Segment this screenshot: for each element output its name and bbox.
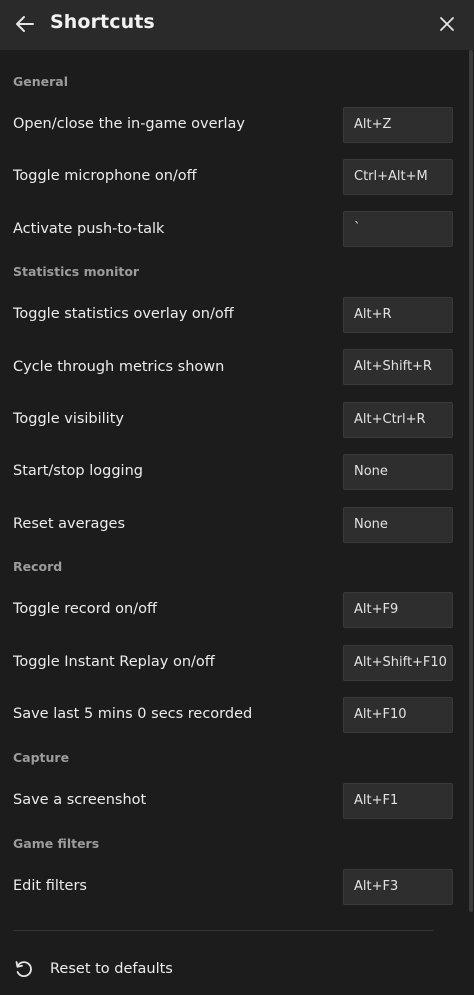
shortcut-key-statistics-overlay[interactable]: Alt+R bbox=[343, 297, 453, 333]
shortcut-key-toggle-visibility[interactable]: Alt+Ctrl+R bbox=[343, 402, 453, 438]
refresh-icon bbox=[12, 957, 36, 981]
shortcut-label-save-recording: Save last 5 mins 0 secs recorded bbox=[13, 706, 253, 722]
shortcut-key-microphone[interactable]: Ctrl+Alt+M bbox=[343, 159, 453, 195]
arrow-left-icon bbox=[16, 16, 34, 32]
shortcut-label-cycle-metrics: Cycle through metrics shown bbox=[13, 359, 225, 375]
shortcut-key-save-recording[interactable]: Alt+F10 bbox=[343, 697, 453, 733]
shortcut-key-cycle-metrics[interactable]: Alt+Shift+R bbox=[343, 349, 453, 385]
shortcut-label-microphone: Toggle microphone on/off bbox=[13, 168, 197, 184]
shortcut-key-instant-replay[interactable]: Alt+Shift+F10 bbox=[343, 645, 453, 681]
shortcut-key-push-to-talk[interactable]: ` bbox=[343, 211, 453, 247]
shortcut-label-record: Toggle record on/off bbox=[13, 601, 157, 617]
shortcut-label-statistics-overlay: Toggle statistics overlay on/off bbox=[13, 306, 234, 322]
scrollbar[interactable] bbox=[469, 50, 473, 912]
back-button[interactable] bbox=[10, 9, 40, 39]
shortcut-label-reset-averages: Reset averages bbox=[13, 516, 126, 532]
close-button[interactable] bbox=[432, 9, 462, 39]
page-title: Shortcuts bbox=[50, 11, 155, 33]
shortcut-key-overlay[interactable]: Alt+Z bbox=[343, 107, 453, 143]
section-title-general: General bbox=[13, 74, 68, 89]
shortcut-key-record[interactable]: Alt+F9 bbox=[343, 592, 453, 628]
shortcut-label-push-to-talk: Activate push-to-talk bbox=[13, 221, 165, 237]
close-icon bbox=[440, 17, 454, 31]
section-title-statistics-monitor: Statistics monitor bbox=[13, 264, 140, 279]
shortcut-label-toggle-visibility: Toggle visibility bbox=[13, 411, 124, 427]
reset-defaults-label: Reset to defaults bbox=[50, 961, 173, 977]
shortcut-label-logging: Start/stop logging bbox=[13, 463, 143, 479]
footer-divider bbox=[13, 930, 433, 931]
header-bar: Shortcuts bbox=[0, 0, 474, 50]
shortcut-key-logging[interactable]: None bbox=[343, 454, 453, 490]
shortcut-label-instant-replay: Toggle Instant Replay on/off bbox=[13, 654, 215, 670]
shortcut-label-screenshot: Save a screenshot bbox=[13, 792, 147, 808]
section-title-capture: Capture bbox=[13, 750, 70, 765]
shortcuts-panel: Shortcuts General Open/close the in-game… bbox=[0, 0, 474, 995]
shortcut-key-edit-filters[interactable]: Alt+F3 bbox=[343, 869, 453, 905]
shortcut-key-reset-averages[interactable]: None bbox=[343, 507, 453, 543]
shortcut-key-screenshot[interactable]: Alt+F1 bbox=[343, 783, 453, 819]
reset-defaults-button[interactable]: Reset to defaults bbox=[12, 955, 173, 983]
shortcut-label-overlay: Open/close the in-game overlay bbox=[13, 116, 245, 132]
shortcut-label-edit-filters: Edit filters bbox=[13, 878, 87, 894]
section-title-game-filters: Game filters bbox=[13, 836, 100, 851]
section-title-record: Record bbox=[13, 559, 63, 574]
